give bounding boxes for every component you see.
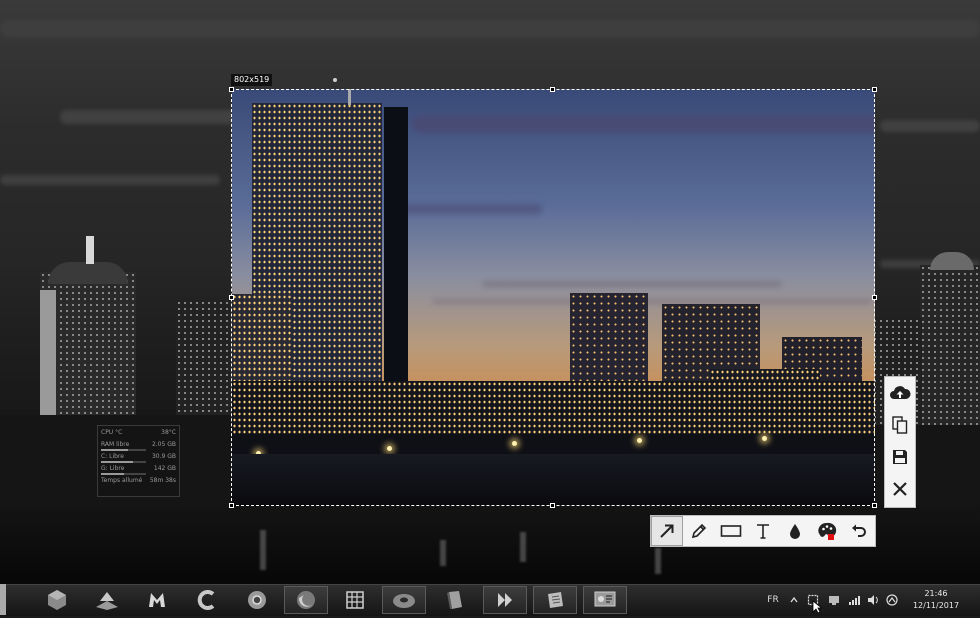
undo-button[interactable] — [843, 516, 875, 546]
system-info-widget: CPU °C 38°C RAM libre 2.05 GB C: Libre 3… — [97, 425, 180, 497]
sysinfo-row-c-drive: C: Libre 30.9 GB — [101, 452, 176, 464]
selection-anchor-dot — [333, 78, 337, 82]
sysinfo-row-g-drive: G: Libre 142 GB — [101, 464, 176, 476]
action-toolbar — [884, 376, 916, 508]
clock-date: 12/11/2017 — [912, 601, 960, 610]
color-picker-button[interactable] — [811, 516, 843, 546]
start-button[interactable] — [0, 584, 6, 615]
arrow-tool-button[interactable] — [651, 516, 683, 546]
chevron-up-icon — [790, 597, 798, 603]
book-app-icon — [447, 591, 462, 609]
save-icon — [893, 450, 907, 464]
mouse-cursor-icon — [812, 599, 823, 618]
speaker-icon — [868, 595, 878, 605]
sysinfo-row-cpu: CPU °C 38°C — [101, 429, 176, 436]
resize-handle-bottom-right[interactable] — [872, 503, 877, 508]
language-indicator[interactable]: FR — [763, 585, 783, 615]
taskbar: FR 21:46 12/11/2017 — [0, 584, 980, 616]
blur-tool-button[interactable] — [779, 516, 811, 546]
sysinfo-row-ram: RAM libre 2.05 GB — [101, 440, 176, 452]
drawing-toolbar — [650, 515, 876, 547]
grid-app-icon — [346, 591, 364, 609]
firefox-icon — [297, 591, 315, 609]
rectangle-icon — [720, 525, 742, 537]
resize-handle-top-right[interactable] — [872, 87, 877, 92]
tray-app[interactable] — [884, 585, 900, 615]
capture-selection[interactable] — [232, 89, 875, 506]
resize-handle-right[interactable] — [872, 295, 877, 300]
g-drive-usage-bar — [101, 473, 146, 475]
text-tool-button[interactable] — [747, 516, 779, 546]
save-button[interactable] — [885, 441, 915, 473]
close-button[interactable] — [885, 473, 915, 505]
tray-monitor[interactable] — [826, 585, 842, 615]
sysinfo-row-uptime: Temps allumé 58m 38s — [101, 477, 176, 484]
tray-volume[interactable] — [865, 585, 881, 615]
resize-handle-top[interactable] — [550, 87, 555, 92]
taskbar-app-anydesk[interactable] — [483, 586, 527, 614]
taskbar-app-control-panel[interactable] — [583, 586, 627, 614]
disc-app-icon — [393, 594, 415, 608]
taskbar-app-calculator[interactable] — [333, 586, 377, 614]
malwarebytes-icon — [149, 593, 165, 607]
color-palette-icon — [818, 522, 837, 540]
taskbar-app-ccleaner[interactable] — [185, 586, 229, 614]
resize-handle-bottom[interactable] — [550, 503, 555, 508]
taskbar-app-disc[interactable] — [382, 586, 426, 614]
tray-app-icon — [886, 594, 898, 606]
ram-usage-bar — [101, 449, 146, 451]
clock[interactable]: 21:46 12/11/2017 — [906, 588, 966, 612]
taskbar-app-chrome[interactable] — [235, 586, 279, 614]
taskbar-app-malwarebytes[interactable] — [135, 586, 179, 614]
show-hidden-icons-button[interactable] — [788, 585, 800, 615]
tray-network[interactable] — [846, 585, 862, 615]
text-icon — [757, 524, 769, 539]
arrow-icon — [660, 524, 674, 538]
rectangle-tool-button[interactable] — [715, 516, 747, 546]
upload-icon — [890, 386, 911, 399]
resize-handle-left[interactable] — [229, 295, 234, 300]
monitor-tray-icon — [829, 596, 839, 605]
taskbar-app-cubes[interactable] — [35, 586, 79, 614]
taskbar-app-book[interactable] — [433, 586, 477, 614]
resize-handle-top-left[interactable] — [229, 87, 234, 92]
pencil-icon — [691, 523, 707, 539]
copy-button[interactable] — [885, 409, 915, 441]
taskbar-app-notes[interactable] — [533, 586, 577, 614]
c-drive-usage-bar — [101, 461, 146, 463]
undo-icon — [852, 524, 866, 537]
taskbar-app-photos[interactable] — [85, 586, 129, 614]
chrome-icon — [248, 591, 266, 609]
clock-time: 21:46 — [924, 589, 948, 598]
pencil-tool-button[interactable] — [683, 516, 715, 546]
selection-size-label: 802x519 — [231, 74, 273, 86]
cubes-app-icon — [48, 590, 66, 610]
upload-button[interactable] — [885, 377, 915, 409]
photos-app-icon — [96, 592, 118, 610]
blur-icon — [790, 524, 800, 539]
resize-handle-bottom-left[interactable] — [229, 503, 234, 508]
taskbar-app-firefox[interactable] — [284, 586, 328, 614]
close-icon — [893, 482, 907, 496]
copy-icon — [892, 416, 908, 434]
control-panel-icon — [594, 591, 616, 607]
signal-bars-icon — [849, 596, 860, 605]
anydesk-icon — [498, 593, 512, 607]
ccleaner-icon — [197, 590, 215, 610]
notes-app-icon — [548, 592, 563, 608]
